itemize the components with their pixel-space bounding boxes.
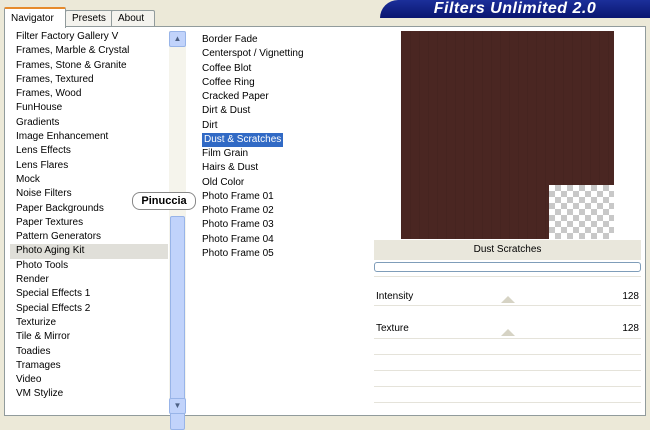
- filter-item[interactable]: Photo Frame 03: [200, 218, 368, 232]
- category-item[interactable]: Render: [10, 273, 168, 287]
- category-item[interactable]: Mock: [10, 173, 168, 187]
- category-item[interactable]: Lens Flares: [10, 159, 168, 173]
- scroll-down-button[interactable]: ▼: [169, 398, 186, 414]
- filter-item-label: Dirt: [202, 119, 218, 131]
- filter-item-label: Photo Frame 01: [202, 190, 274, 202]
- filter-item-label: Border Fade: [202, 34, 258, 45]
- filter-item[interactable]: Photo Frame 05: [200, 247, 368, 261]
- progress-bar: [374, 262, 641, 272]
- category-item[interactable]: Photo Aging Kit: [10, 244, 168, 259]
- category-item[interactable]: Photo Tools: [10, 259, 168, 273]
- filter-item[interactable]: Film Grain: [200, 147, 368, 161]
- app-title-banner: Filters Unlimited 2.0: [380, 0, 650, 18]
- category-item[interactable]: Gradients: [10, 116, 168, 130]
- category-item[interactable]: Frames, Textured: [10, 73, 168, 87]
- intensity-value: 128: [622, 291, 639, 302]
- category-item[interactable]: Tile & Mirror: [10, 330, 168, 344]
- category-item[interactable]: VM Stylize: [10, 387, 168, 401]
- category-item[interactable]: FunHouse: [10, 101, 168, 115]
- category-item[interactable]: Frames, Stone & Granite: [10, 59, 168, 73]
- category-item[interactable]: Texturize: [10, 316, 168, 330]
- filter-item-label: Photo Frame 03: [202, 219, 274, 231]
- intensity-label: Intensity: [376, 291, 414, 302]
- divider: [374, 386, 641, 387]
- filter-item[interactable]: Dust & Scratches: [200, 132, 368, 147]
- filter-item-label: Coffee Blot: [202, 62, 252, 74]
- texture-label: Texture: [376, 323, 409, 334]
- category-item[interactable]: Frames, Wood: [10, 87, 168, 101]
- category-item[interactable]: Frames, Marble & Crystal: [10, 44, 168, 58]
- filter-name-label: Dust Scratches: [374, 240, 641, 260]
- filter-item-label: Photo Frame 02: [202, 205, 274, 216]
- texture-thumb[interactable]: [501, 329, 515, 336]
- pinuccia-watermark: Pinuccia: [132, 192, 196, 210]
- filter-item-label: Dirt & Dust: [202, 105, 251, 117]
- filter-item-label: Hairs & Dust: [202, 162, 259, 174]
- category-item[interactable]: Filter Factory Gallery V: [10, 30, 168, 44]
- tab-navigator[interactable]: Navigator: [4, 7, 66, 28]
- intensity-thumb[interactable]: [501, 296, 515, 303]
- filter-item[interactable]: Photo Frame 04: [200, 233, 368, 247]
- filter-item-label: Photo Frame 04: [202, 233, 274, 245]
- category-item[interactable]: Toadies: [10, 345, 168, 359]
- filter-item[interactable]: Dirt & Dust: [200, 104, 368, 118]
- category-item[interactable]: Tramages: [10, 359, 168, 373]
- filter-item-label: Cracked Paper: [202, 91, 269, 102]
- texture-value: 128: [622, 323, 639, 334]
- category-item[interactable]: Video: [10, 373, 168, 387]
- category-scrollbar[interactable]: ▲ ▼: [169, 31, 186, 430]
- divider: [374, 276, 641, 277]
- filter-list[interactable]: Border Fade Centerspot / Vignetting Coffee…: [200, 33, 368, 261]
- filter-item[interactable]: Hairs & Dust: [200, 161, 368, 175]
- category-item[interactable]: Paper Textures: [10, 216, 168, 230]
- filter-item[interactable]: Old Color: [200, 176, 368, 190]
- filter-item-label: Old Color: [202, 176, 245, 188]
- category-item[interactable]: Lens Effects: [10, 144, 168, 158]
- filter-item-label: Centerspot / Vignetting: [202, 48, 304, 60]
- filter-item[interactable]: Border Fade: [200, 33, 368, 47]
- filter-item-label: Photo Frame 05: [202, 247, 274, 259]
- scroll-up-button[interactable]: ▲: [169, 31, 186, 47]
- tab-about[interactable]: About: [111, 10, 155, 26]
- filter-item[interactable]: Dirt: [200, 119, 368, 133]
- filter-item[interactable]: Photo Frame 02: [200, 204, 368, 218]
- filter-item[interactable]: Cracked Paper: [200, 90, 368, 104]
- divider: [374, 305, 641, 306]
- divider: [374, 338, 641, 339]
- divider: [374, 402, 641, 403]
- category-item[interactable]: Image Enhancement: [10, 130, 168, 144]
- filter-item[interactable]: Coffee Ring: [200, 76, 368, 90]
- category-item[interactable]: Pattern Generators: [10, 230, 168, 244]
- filter-item[interactable]: Coffee Blot: [200, 62, 368, 76]
- filter-item-label: Dust & Scratches: [202, 132, 284, 147]
- filter-item[interactable]: Photo Frame 01: [200, 190, 368, 204]
- tab-presets[interactable]: Presets: [65, 10, 114, 26]
- filter-item-label: Film Grain: [202, 148, 249, 159]
- category-list[interactable]: Filter Factory Gallery V Frames, Marble &…: [10, 30, 168, 414]
- divider: [374, 354, 641, 355]
- transparency-preview: [549, 185, 614, 239]
- category-item[interactable]: Special Effects 1: [10, 287, 168, 301]
- divider: [374, 370, 641, 371]
- filter-item-label: Coffee Ring: [202, 76, 255, 88]
- category-item[interactable]: Special Effects 2: [10, 302, 168, 316]
- filter-item[interactable]: Centerspot / Vignetting: [200, 47, 368, 61]
